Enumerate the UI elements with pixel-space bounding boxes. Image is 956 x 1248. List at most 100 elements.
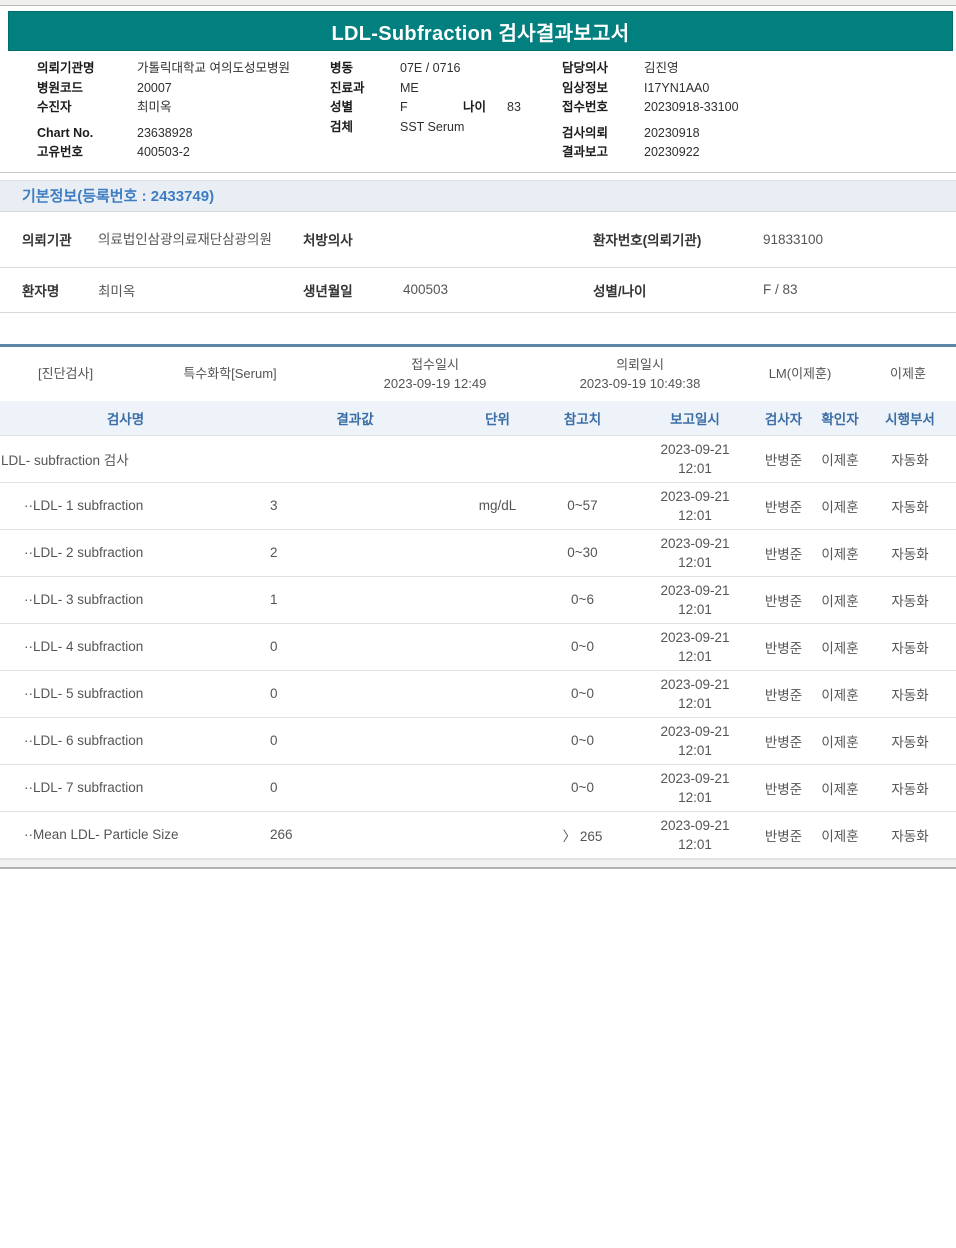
reference-range-cell: 0~0 — [535, 639, 630, 654]
field-label: 병동 — [330, 59, 400, 79]
field-value: 20230918 — [644, 124, 700, 144]
field-label: 결과보고 — [562, 143, 644, 163]
column-header-reference: 참고치 — [535, 408, 630, 428]
confirmer-cell: 이제훈 — [807, 637, 873, 657]
table-row: ··LDL- 4 subfraction 0 0~0 2023-09-21 12… — [0, 624, 956, 671]
column-header-reported: 보고일시 — [630, 408, 760, 428]
field-label: 의뢰기관명 — [37, 59, 137, 79]
reported-datetime-cell: 2023-09-21 12:01 — [630, 440, 760, 478]
department-cell: 자동화 — [873, 778, 947, 798]
receipt-datetime: 2023-09-19 12:49 — [330, 374, 540, 393]
results-table-header: 검사명 결과값 단위 참고치 보고일시 검사자 확인자 시행부서 — [0, 401, 956, 436]
test-name-cell: ··Mean LDL- Particle Size — [0, 827, 250, 842]
horizontal-scrollbar[interactable] — [0, 859, 956, 869]
table-row: ··LDL- 1 subfraction 3 mg/dL 0~57 2023-0… — [0, 483, 956, 530]
reference-range-cell: 0~0 — [535, 733, 630, 748]
column-header-tester: 검사자 — [760, 408, 807, 428]
field-value: 400503 — [403, 282, 593, 297]
field-label: 검체 — [330, 118, 400, 138]
test-name-cell: ··LDL- 3 subfraction — [0, 592, 250, 607]
department-cell: 자동화 — [873, 825, 947, 845]
lab-section: LM(이제훈) — [740, 364, 860, 383]
reference-range-cell: 0~0 — [535, 686, 630, 701]
basic-info-row: 환자명 최미옥 생년월일 400503 성별/나이 F / 83 — [0, 268, 956, 313]
test-name-cell: ··LDL- 1 subfraction — [0, 498, 250, 513]
results-table-body: LDL- subfraction 검사 2023-09-21 12:01 반병준… — [0, 436, 956, 859]
tester-cell: 반병준 — [760, 496, 807, 516]
field-value: 20230918-33100 — [644, 98, 739, 118]
field-label: 담당의사 — [562, 59, 644, 79]
tester-cell: 반병준 — [760, 590, 807, 610]
reference-range-cell: 0~6 — [535, 592, 630, 607]
field-label: Chart No. — [37, 124, 137, 144]
result-value-cell: 1 — [250, 592, 460, 607]
confirmer-cell: 이제훈 — [807, 590, 873, 610]
patient-header-middle-column: 병동07E / 0716 진료과ME 성별 F 나이 83 검체SST Seru… — [330, 59, 562, 163]
receipt-label: 접수일시 — [330, 355, 540, 374]
reported-datetime: 2023-09-21 12:01 — [654, 816, 736, 854]
tester-cell: 반병준 — [760, 731, 807, 751]
order-info-row: [진단검사] 특수화학[Serum] 접수일시 2023-09-19 12:49… — [0, 347, 956, 401]
field-value: 07E / 0716 — [400, 59, 460, 79]
patient-header-left-column: 의뢰기관명가톨릭대학교 여의도성모병원 병원코드20007 수진자최미옥 Cha… — [0, 59, 330, 163]
field-label: 나이 — [463, 98, 507, 118]
field-value: SST Serum — [400, 118, 464, 138]
result-value-cell: 0 — [250, 733, 460, 748]
column-header-test-name: 검사명 — [0, 408, 250, 428]
field-value: 가톨릭대학교 여의도성모병원 — [137, 59, 290, 79]
field-value: 83 — [507, 98, 521, 118]
reported-datetime: 2023-09-21 12:01 — [654, 440, 736, 478]
test-name-cell: ··LDL- 6 subfraction — [0, 733, 250, 748]
reported-datetime-cell: 2023-09-21 12:01 — [630, 769, 760, 807]
field-value: F / 83 — [763, 282, 956, 297]
basic-info-section-title: 기본정보(등록번호 : 2433749) — [22, 185, 214, 206]
department-cell: 자동화 — [873, 496, 947, 516]
tester-cell: 반병준 — [760, 778, 807, 798]
tester-cell: 반병준 — [760, 449, 807, 469]
field-label: 의뢰기관 — [0, 229, 98, 249]
reported-datetime: 2023-09-21 12:01 — [654, 675, 736, 713]
reference-range-cell: 0~0 — [535, 780, 630, 795]
reported-datetime-cell: 2023-09-21 12:01 — [630, 722, 760, 760]
department-cell: 자동화 — [873, 637, 947, 657]
field-label: 환자번호(의뢰기관) — [593, 229, 763, 249]
basic-info-section-bar: 기본정보(등록번호 : 2433749) — [0, 180, 956, 212]
receipt-datetime-cell: 접수일시 2023-09-19 12:49 — [330, 355, 540, 393]
patient-header: 의뢰기관명가톨릭대학교 여의도성모병원 병원코드20007 수진자최미옥 Cha… — [0, 51, 956, 172]
column-header-result: 결과값 — [250, 408, 460, 428]
field-value: 400503-2 — [137, 143, 190, 163]
test-name-cell: LDL- subfraction 검사 — [0, 449, 250, 469]
tester-cell: 반병준 — [760, 637, 807, 657]
reported-datetime-cell: 2023-09-21 12:01 — [630, 675, 760, 713]
department-cell: 자동화 — [873, 449, 947, 469]
confirmer-cell: 이제훈 — [807, 684, 873, 704]
department-cell: 자동화 — [873, 731, 947, 751]
field-label: 병원코드 — [37, 79, 137, 99]
field-value: 의료법인삼광의료재단삼광의원 — [98, 230, 303, 249]
field-label: 성별/나이 — [593, 280, 763, 300]
test-group: 특수화학[Serum] — [130, 364, 330, 383]
report-title: LDL-Subfraction 검사결과보고서 — [332, 17, 630, 46]
confirmer-cell: 이제훈 — [807, 731, 873, 751]
confirmer-cell: 이제훈 — [807, 778, 873, 798]
confirmer-cell: 이제훈 — [807, 543, 873, 563]
field-label: 검사의뢰 — [562, 124, 644, 144]
basic-info-table: 의뢰기관 의료법인삼광의료재단삼광의원 처방의사 환자번호(의뢰기관) 9183… — [0, 212, 956, 313]
column-header-department: 시행부서 — [873, 408, 947, 428]
table-row: ··LDL- 6 subfraction 0 0~0 2023-09-21 12… — [0, 718, 956, 765]
reported-datetime-cell: 2023-09-21 12:01 — [630, 487, 760, 525]
reported-datetime: 2023-09-21 12:01 — [654, 534, 736, 572]
field-label: 생년월일 — [303, 280, 403, 300]
test-name-cell: ··LDL- 7 subfraction — [0, 780, 250, 795]
reported-datetime: 2023-09-21 12:01 — [654, 769, 736, 807]
field-label: 처방의사 — [303, 229, 403, 249]
table-row: ··LDL- 5 subfraction 0 0~0 2023-09-21 12… — [0, 671, 956, 718]
field-label: 수진자 — [37, 98, 137, 118]
confirmer-cell: 이제훈 — [807, 449, 873, 469]
reported-datetime-cell: 2023-09-21 12:01 — [630, 534, 760, 572]
reviewer-name: 이제훈 — [860, 364, 956, 383]
field-value: 최미옥 — [137, 98, 172, 118]
spacer — [0, 313, 956, 344]
table-row: ··LDL- 7 subfraction 0 0~0 2023-09-21 12… — [0, 765, 956, 812]
test-name-cell: ··LDL- 2 subfraction — [0, 545, 250, 560]
